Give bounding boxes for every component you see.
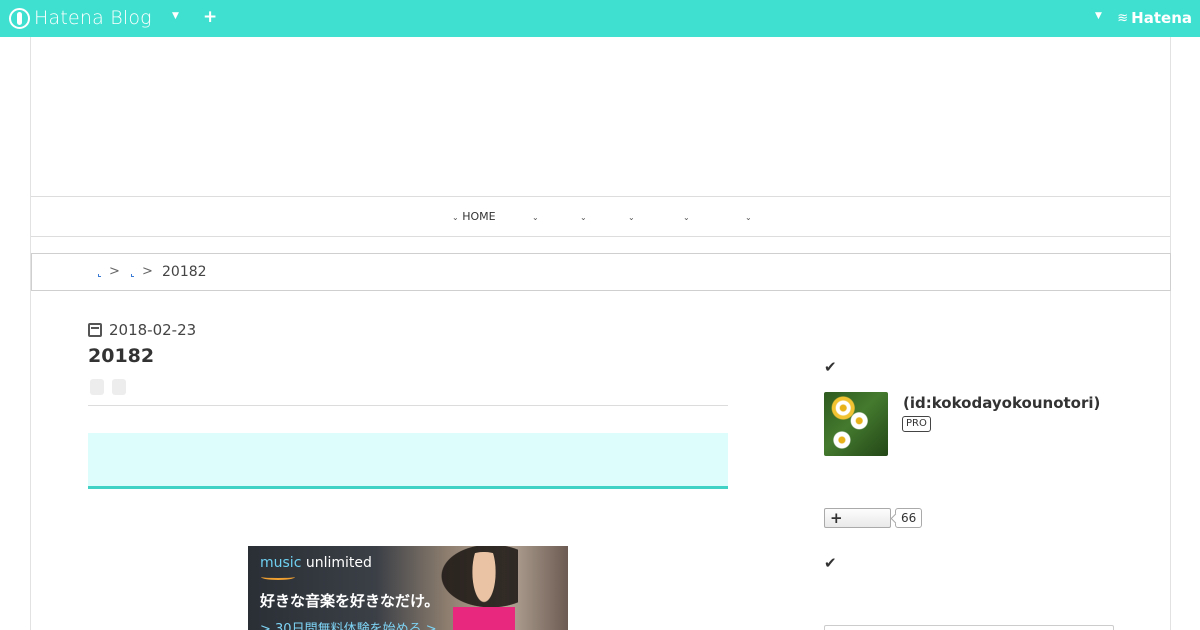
hatena-brand-text: Hatena <box>1131 9 1192 27</box>
breadcrumb-link-top[interactable] <box>98 274 101 277</box>
follower-count: 66 <box>895 508 923 528</box>
breadcrumb-separator: > <box>142 264 153 279</box>
search-check-icon: ✔ <box>824 554 837 572</box>
ad-brand-unlimited: unlimited <box>305 555 372 571</box>
global-nav: ⌄ HOME ⌄ ⌄ ⌄ ⌄ ⌄ <box>31 198 1170 237</box>
hatena-blog-logo[interactable]: Hatena Blog <box>9 6 152 30</box>
logo-text: Hatena Blog <box>34 7 152 29</box>
ad-brand: music unlimited <box>260 555 372 571</box>
article-title[interactable]: 20182 <box>88 345 154 367</box>
hatena-topbar: Hatena Blog ▼ + ▼ ≋ Hatena <box>0 0 1200 37</box>
calendar-icon <box>88 323 102 337</box>
article-category-tag[interactable] <box>90 379 104 395</box>
blog-menu-caret-icon[interactable]: ▼ <box>172 11 179 21</box>
nav-caret-icon: ⌄ <box>745 213 752 222</box>
ad-brand-music: music <box>260 555 302 571</box>
nav-caret-icon: ⌄ <box>532 213 539 222</box>
write-post-plus-icon[interactable]: + <box>203 7 217 27</box>
nav-item-4[interactable]: ⌄ <box>628 210 635 223</box>
user-avatar[interactable] <box>824 392 888 456</box>
article-divider <box>88 405 728 406</box>
ad-cta: > 30日間無料体験を始める > <box>260 622 437 630</box>
sidebar: ✔ (id:kokodayokounotori) PRO + 66 ✔ <box>824 352 1114 630</box>
article-date[interactable]: 2018-02-23 <box>88 321 196 339</box>
nav-item-5[interactable]: ⌄ <box>683 210 690 223</box>
pro-badge: PRO <box>902 416 931 432</box>
nav-caret-icon: ⌄ <box>580 213 587 222</box>
page-frame: ⌄ HOME ⌄ ⌄ ⌄ ⌄ ⌄ > > 20182 2018-02-23 20… <box>30 37 1171 630</box>
article-date-text: 2018-02-23 <box>109 321 197 339</box>
breadcrumb-link-category[interactable] <box>131 274 134 277</box>
profile-check-icon: ✔ <box>824 358 837 376</box>
ad-headline: 好きな音楽を好きなだけ。 <box>260 592 440 610</box>
nav-item-label: HOME <box>462 210 496 223</box>
amazon-smile-icon <box>261 574 295 580</box>
breadcrumb: > > 20182 <box>31 253 1171 291</box>
breadcrumb-current: 20182 <box>162 264 207 280</box>
search-input[interactable] <box>824 625 1114 630</box>
account-menu-caret-icon[interactable]: ▼ <box>1095 11 1102 21</box>
nav-item-2[interactable]: ⌄ <box>532 210 539 223</box>
nav-item-3[interactable]: ⌄ <box>580 210 587 223</box>
amazon-music-ad-banner[interactable]: music unlimited 好きな音楽を好きなだけ。 > 30日間無料体験を… <box>248 546 568 630</box>
hatena-blog-logo-icon <box>9 7 30 29</box>
nav-item-6[interactable]: ⌄ <box>745 210 752 223</box>
nav-caret-icon: ⌄ <box>628 213 635 222</box>
plus-icon: + <box>830 509 843 527</box>
nav-caret-icon: ⌄ <box>452 213 459 222</box>
blog-header <box>31 37 1170 197</box>
article: 2018-02-23 20182 music unlimited 好きな音楽を好… <box>88 317 728 630</box>
breadcrumb-separator: > <box>109 264 120 279</box>
avatar-flowers <box>824 392 888 456</box>
nav-caret-icon: ⌄ <box>683 213 690 222</box>
user-id-link[interactable]: (id:kokodayokounotori) <box>903 394 1100 412</box>
hatena-wifi-icon: ≋ <box>1117 10 1129 26</box>
follow-button[interactable]: + <box>824 508 891 528</box>
article-category-tag[interactable] <box>112 379 126 395</box>
article-heading-box <box>88 433 728 489</box>
hatena-brand-link[interactable]: ≋ Hatena <box>1117 9 1192 27</box>
ad-person-image <box>453 552 515 630</box>
nav-item-home[interactable]: ⌄ HOME <box>452 210 496 223</box>
